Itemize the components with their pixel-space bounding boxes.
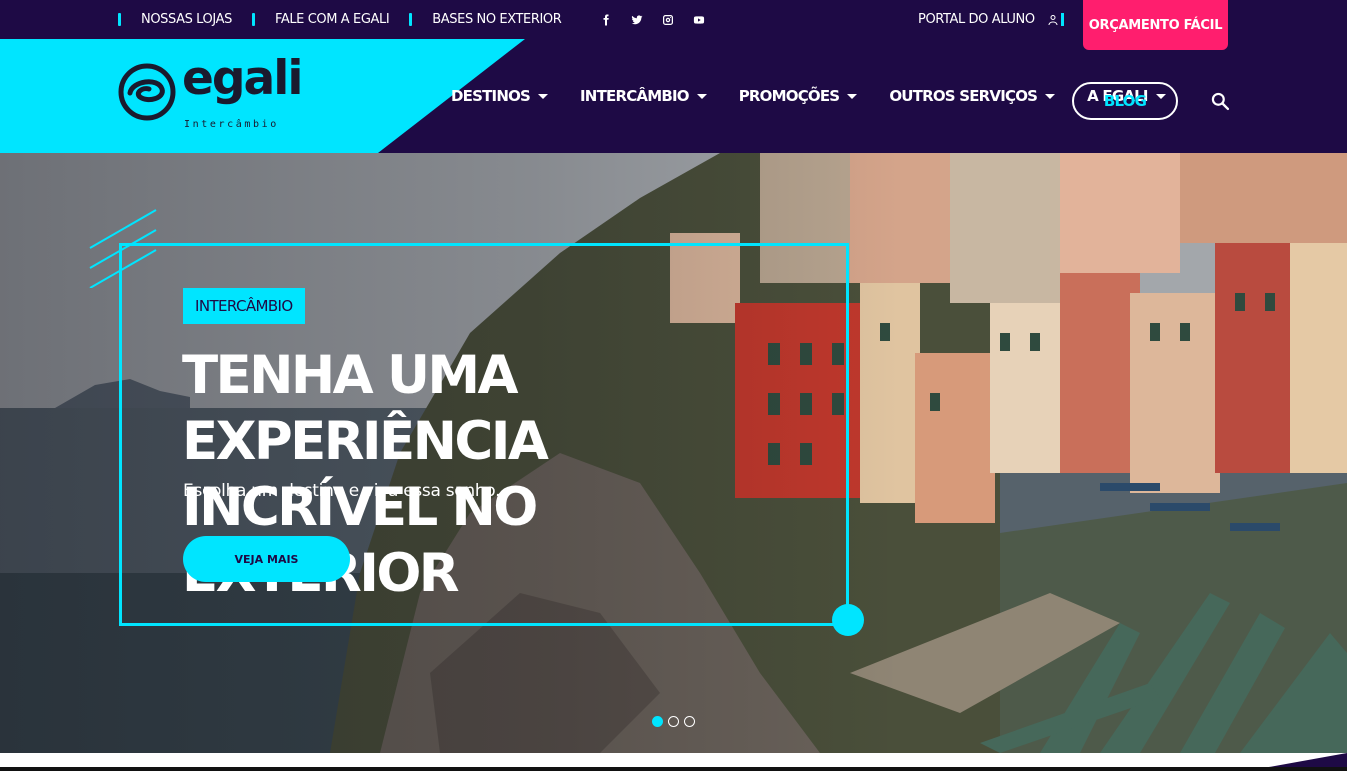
twitter-icon[interactable]	[630, 13, 644, 27]
caret-down-icon	[847, 93, 858, 99]
slider-dot-3[interactable]	[684, 716, 695, 727]
egali-logo[interactable]: egali Intercâmbio	[118, 55, 303, 133]
blog-button[interactable]: BLOG	[1072, 82, 1178, 120]
nav-item-destinos[interactable]: DESTINOS	[451, 87, 549, 105]
portal-do-aluno-link[interactable]: PORTAL DO ALUNO	[918, 0, 1059, 39]
facebook-icon[interactable]	[599, 13, 613, 27]
nav-label: OUTROS SERVIÇOS	[889, 87, 1038, 105]
orcamento-facil-button[interactable]: ORÇAMENTO FÁCIL	[1083, 0, 1228, 50]
nav-label: INTERCÂMBIO	[580, 87, 689, 105]
logo-mark-icon	[118, 63, 176, 121]
caret-down-icon	[538, 93, 549, 99]
top-link-label: NOSSAS LOJAS	[141, 12, 232, 27]
instagram-icon[interactable]	[661, 13, 675, 27]
divider-bar	[118, 13, 121, 26]
caret-down-icon	[696, 93, 707, 99]
top-link-label: FALE COM A EGALI	[274, 12, 390, 27]
nav-item-promocoes[interactable]: PROMOÇÕES	[739, 87, 858, 105]
section-divider	[0, 753, 1347, 771]
frame-dot	[832, 604, 864, 636]
divider-bar	[409, 13, 413, 26]
top-link-fale-com-a-egali[interactable]: FALE COM A EGALI	[251, 12, 390, 27]
slider-dot-2[interactable]	[668, 716, 679, 727]
slider-dots	[652, 716, 700, 727]
nav-item-intercambio[interactable]: INTERCÂMBIO	[580, 87, 707, 105]
logo-wordmark: egali	[182, 51, 303, 106]
divider-bar	[251, 13, 255, 26]
main-header: egali Intercâmbio DESTINOS INTERCÂMBIO P…	[0, 39, 1347, 153]
youtube-icon[interactable]	[692, 13, 706, 27]
veja-mais-button[interactable]: VEJA MAIS	[183, 536, 350, 582]
hero-subline: Escolha um destino e viva essa sonho.	[183, 481, 501, 501]
user-icon	[1047, 14, 1059, 26]
nav-label: DESTINOS	[451, 87, 531, 105]
top-link-label: BASES NO EXTERIOR	[432, 12, 562, 27]
social-links	[599, 13, 723, 27]
portal-label: PORTAL DO ALUNO	[918, 12, 1035, 27]
slider-dot-1[interactable]	[652, 716, 663, 727]
headline-line: TENHA UMA EXPERIÊNCIA	[182, 345, 549, 472]
logo-subtitle: Intercâmbio	[184, 119, 279, 130]
nav-label: PROMOÇÕES	[738, 87, 840, 105]
caret-down-icon	[1045, 93, 1056, 99]
top-link-nossas-lojas[interactable]: NOSSAS LOJAS	[118, 12, 232, 27]
divider-bar	[1061, 13, 1064, 26]
divider-line	[0, 767, 1347, 771]
hero-slider: INTERCÂMBIO TENHA UMA EXPERIÊNCIA INCRÍV…	[0, 153, 1347, 753]
hero-tag: INTERCÂMBIO	[183, 288, 305, 324]
nav-item-outros-servicos[interactable]: OUTROS SERVIÇOS	[889, 87, 1056, 105]
top-links: NOSSAS LOJAS FALE COM A EGALI BASES NO E…	[118, 0, 723, 39]
top-link-bases-no-exterior[interactable]: BASES NO EXTERIOR	[409, 12, 562, 27]
search-icon[interactable]	[1210, 91, 1230, 111]
